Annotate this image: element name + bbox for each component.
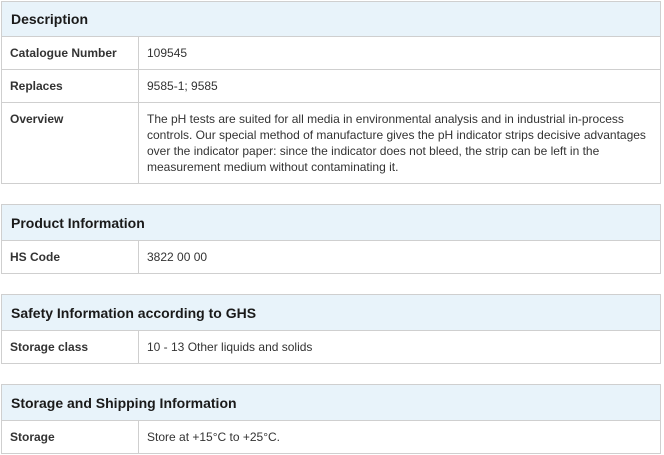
table-row: Storage class 10 - 13 Other liquids and … — [2, 331, 660, 363]
section-title: Storage and Shipping Information — [2, 385, 660, 421]
section-title: Safety Information according to GHS — [2, 295, 660, 331]
row-label: Replaces — [2, 70, 139, 102]
product-information-section: Product Information HS Code 3822 00 00 — [1, 204, 661, 274]
row-label: Overview — [2, 103, 139, 183]
safety-information-section: Safety Information according to GHS Stor… — [1, 294, 661, 364]
row-label: HS Code — [2, 241, 139, 273]
section-title: Description — [2, 2, 660, 37]
row-value: 10 - 13 Other liquids and solids — [147, 340, 313, 354]
row-label: Storage — [2, 421, 139, 453]
table-row: Overview The pH tests are suited for all… — [2, 103, 660, 183]
row-label: Catalogue Number — [2, 37, 139, 69]
row-label: Storage class — [2, 331, 139, 363]
row-value: Store at +15°C to +25°C. — [147, 430, 281, 444]
table-row: Catalogue Number 109545 — [2, 37, 660, 70]
table-row: HS Code 3822 00 00 — [2, 241, 660, 273]
row-value: 9585-1; 9585 — [147, 79, 218, 93]
table-row: Storage Store at +15°C to +25°C. — [2, 421, 660, 453]
table-row: Replaces 9585-1; 9585 — [2, 70, 660, 103]
row-value: 109545 — [147, 46, 188, 60]
description-section: Description Catalogue Number 109545 Repl… — [1, 1, 661, 184]
storage-shipping-section: Storage and Shipping Information Storage… — [1, 384, 661, 454]
section-title: Product Information — [2, 205, 660, 241]
row-value: The pH tests are suited for all media in… — [147, 112, 646, 174]
row-value: 3822 00 00 — [147, 250, 208, 264]
